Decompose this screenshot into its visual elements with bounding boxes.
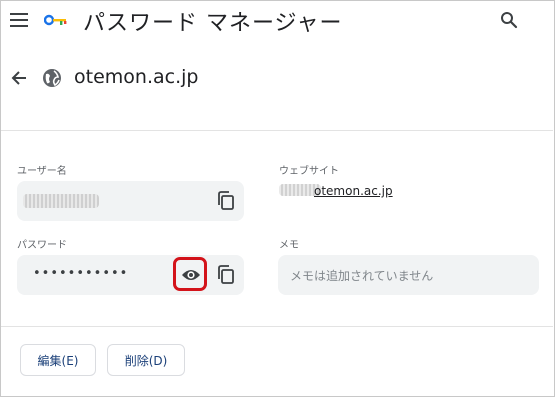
memo-label: メモ <box>279 240 299 251</box>
edit-button[interactable]: 編集(E) <box>20 344 96 376</box>
divider <box>1 326 553 327</box>
website-label: ウェブサイト <box>279 166 339 177</box>
password-field: ••••••••••• <box>17 255 244 295</box>
back-arrow-icon[interactable] <box>10 69 28 87</box>
copy-password-icon[interactable] <box>217 265 235 285</box>
copy-username-icon[interactable] <box>217 191 235 211</box>
eye-icon[interactable] <box>181 268 201 282</box>
username-field <box>17 181 244 221</box>
delete-button[interactable]: 削除(D) <box>107 344 185 376</box>
site-name: otemon.ac.jp <box>74 66 199 88</box>
website-link[interactable]: otemon.ac.jp <box>314 184 393 198</box>
search-icon[interactable] <box>500 11 518 29</box>
page-title: パスワード マネージャー <box>83 11 343 36</box>
password-label: パスワード <box>17 240 67 251</box>
password-value: ••••••••••• <box>33 266 129 281</box>
globe-icon <box>43 69 61 87</box>
username-value-blurred <box>23 194 99 208</box>
username-label: ユーザー名 <box>17 166 67 177</box>
hamburger-menu-icon[interactable] <box>10 13 28 27</box>
memo-placeholder: メモは追加されていません <box>290 269 434 283</box>
top-bar: パスワード マネージャー <box>0 0 555 42</box>
memo-field: メモは追加されていません <box>278 255 539 295</box>
password-manager-key-icon <box>44 14 67 26</box>
show-password-highlight[interactable] <box>173 257 207 291</box>
